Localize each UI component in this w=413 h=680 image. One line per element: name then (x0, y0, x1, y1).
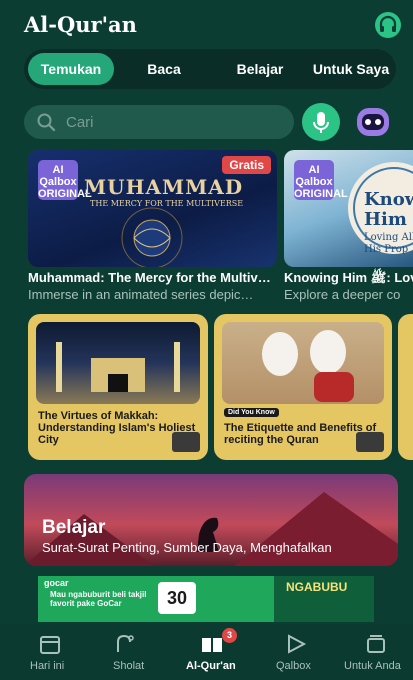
article-card[interactable]: Did You Know The Etiquette and Benefits … (214, 314, 392, 460)
search-row (24, 103, 404, 143)
search-icon (37, 113, 56, 132)
calendar-icon (40, 636, 60, 654)
tab-bar: Temukan Baca Belajar Untuk Saya (24, 49, 396, 89)
article-card[interactable] (398, 314, 413, 460)
nav-item-al-quran[interactable]: 3 Al-Qur'an (186, 624, 242, 680)
nav-label: Untuk Anda (344, 660, 401, 672)
search-input[interactable] (66, 110, 276, 134)
belajar-banner[interactable]: Belajar Surat-Surat Penting, Sumber Daya… (24, 474, 398, 566)
ad-brand: gocar (44, 578, 69, 588)
tab-belajar[interactable]: Belajar (222, 53, 298, 85)
article-card[interactable]: The Virtues of Makkah: Understanding Isl… (28, 314, 208, 460)
page-title: Al-Qur'an (24, 12, 137, 37)
play-icon (288, 634, 307, 654)
nav-item-qalbox[interactable]: Qalbox (276, 624, 322, 680)
headset-icon[interactable] (375, 12, 401, 38)
kaaba-illustration (56, 342, 180, 392)
microphone-icon (313, 112, 329, 133)
quran-reading-photo (222, 322, 384, 404)
women-reading-illustration (262, 330, 354, 402)
featured-card-image: AI Qalbox ORIGINAL Gratis MUHAMMAD THE M… (28, 150, 277, 267)
nav-item-untuk-anda[interactable]: Untuk Anda (344, 624, 408, 680)
app-bar: Al-Qur'an (0, 0, 413, 48)
nav-item-sholat[interactable]: Sholat (108, 624, 158, 680)
notification-badge: 3 (222, 628, 237, 643)
artwork-title: MUHAMMAD (84, 175, 244, 199)
ad-text: Mau ngabuburit beli takjil favorit pake … (50, 590, 147, 608)
stack-icon (367, 635, 385, 653)
banner-title: Belajar (42, 517, 106, 538)
ad-amount: 30 (158, 582, 196, 614)
banner-subtitle: Surat-Surat Penting, Sumber Daya, Mengha… (42, 540, 332, 555)
nav-label: Hari ini (30, 660, 65, 672)
read-book-icon (172, 432, 200, 452)
nav-label: Al-Qur'an (186, 660, 236, 672)
featured-card-image: AI Qalbox ORIGINAL Know Him Loving All H… (284, 150, 413, 267)
did-you-know-tag: Did You Know (224, 408, 279, 417)
tab-temukan[interactable]: Temukan (28, 53, 114, 85)
featured-card[interactable]: AI Qalbox ORIGINAL Gratis MUHAMMAD THE M… (28, 150, 277, 305)
card-title: Muhammad: The Mercy for the Multiv… (28, 270, 271, 285)
nav-label: Sholat (113, 660, 145, 672)
free-badge: Gratis (222, 156, 271, 174)
makkah-photo (36, 322, 200, 404)
artwork-title: Know Him (364, 189, 413, 230)
nav-item-hari-ini[interactable]: Hari ini (30, 624, 90, 680)
featured-card[interactable]: AI Qalbox ORIGINAL Know Him Loving All H… (284, 150, 413, 305)
quran-book-icon (202, 638, 222, 652)
robot-icon (357, 108, 389, 136)
tab-untuk-saya[interactable]: Untuk Saya (306, 53, 396, 85)
qalbox-original-logo: AI Qalbox ORIGINAL (294, 160, 348, 200)
ai-assistant-button[interactable] (352, 103, 394, 141)
read-book-icon (356, 432, 384, 452)
ad-right-text: NGABUBU (286, 580, 348, 594)
article-carousel: The Virtues of Makkah: Understanding Isl… (0, 314, 413, 462)
artwork-subtitle: THE MERCY FOR THE MULTIVERSE (90, 199, 244, 208)
card-subtitle: Immerse in an animated series depic… (28, 287, 254, 302)
gocar-advertisement[interactable]: gocar Mau ngabuburit beli takjil favorit… (38, 576, 374, 622)
featured-carousel: AI Qalbox ORIGINAL Gratis MUHAMMAD THE M… (0, 150, 413, 305)
prayer-icon (117, 634, 134, 652)
nav-label: Qalbox (276, 660, 311, 672)
voice-search-button[interactable] (302, 103, 340, 141)
qalbox-original-logo: AI Qalbox ORIGINAL (38, 160, 92, 200)
artwork-subtitle: Loving All His Prop (364, 232, 413, 255)
card-subtitle: Explore a deeper co (284, 287, 401, 302)
search-box[interactable] (24, 105, 294, 139)
bottom-navigation: Hari ini Sholat 3 Al-Qur'an Qalbox Untuk… (0, 624, 413, 680)
tab-baca[interactable]: Baca (128, 53, 200, 85)
